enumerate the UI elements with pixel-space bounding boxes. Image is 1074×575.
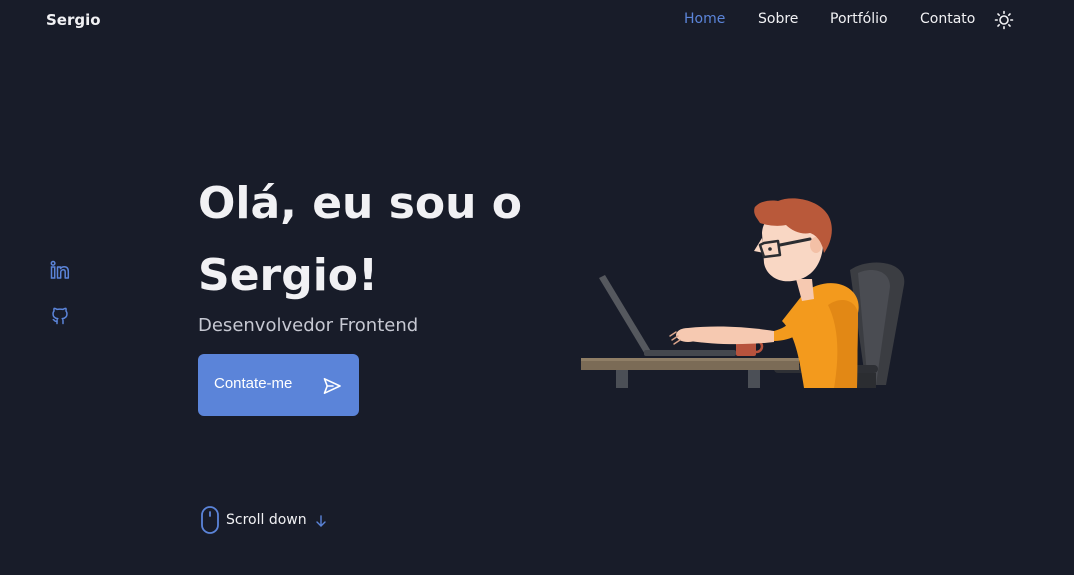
hero-title: Olá, eu sou o Sergio!	[198, 168, 558, 312]
contact-button[interactable]: Contate-me	[198, 354, 359, 416]
sun-icon	[994, 10, 1014, 30]
linkedin-link[interactable]	[50, 260, 70, 280]
nav-portfolio[interactable]: Portfólio	[830, 11, 888, 27]
nav-contato[interactable]: Contato	[920, 11, 975, 27]
arrow-down-icon	[316, 515, 326, 527]
github-link[interactable]	[50, 305, 70, 325]
mouse-icon	[201, 506, 219, 534]
nav-home[interactable]: Home	[684, 11, 725, 27]
theme-toggle-button[interactable]	[994, 10, 1014, 30]
github-icon	[52, 307, 68, 325]
linkedin-icon	[50, 260, 70, 279]
page: Sergio Home Sobre Portfólio Contato Olá,…	[0, 0, 1074, 575]
developer-illustration	[581, 198, 905, 388]
nav-sobre[interactable]: Sobre	[758, 11, 798, 27]
hero-title-line1: Olá, eu sou o	[198, 178, 522, 229]
contact-button-label: Contate-me	[214, 375, 293, 392]
scroll-down-link[interactable]: Scroll down	[200, 505, 340, 535]
scroll-down-label: Scroll down	[226, 512, 307, 528]
hero-title-line2: Sergio!	[198, 250, 379, 301]
header: Sergio Home Sobre Portfólio Contato	[0, 0, 1074, 42]
send-icon	[323, 378, 341, 394]
hero-subtitle: Desenvolvedor Frontend	[198, 315, 419, 336]
logo[interactable]: Sergio	[46, 11, 101, 29]
